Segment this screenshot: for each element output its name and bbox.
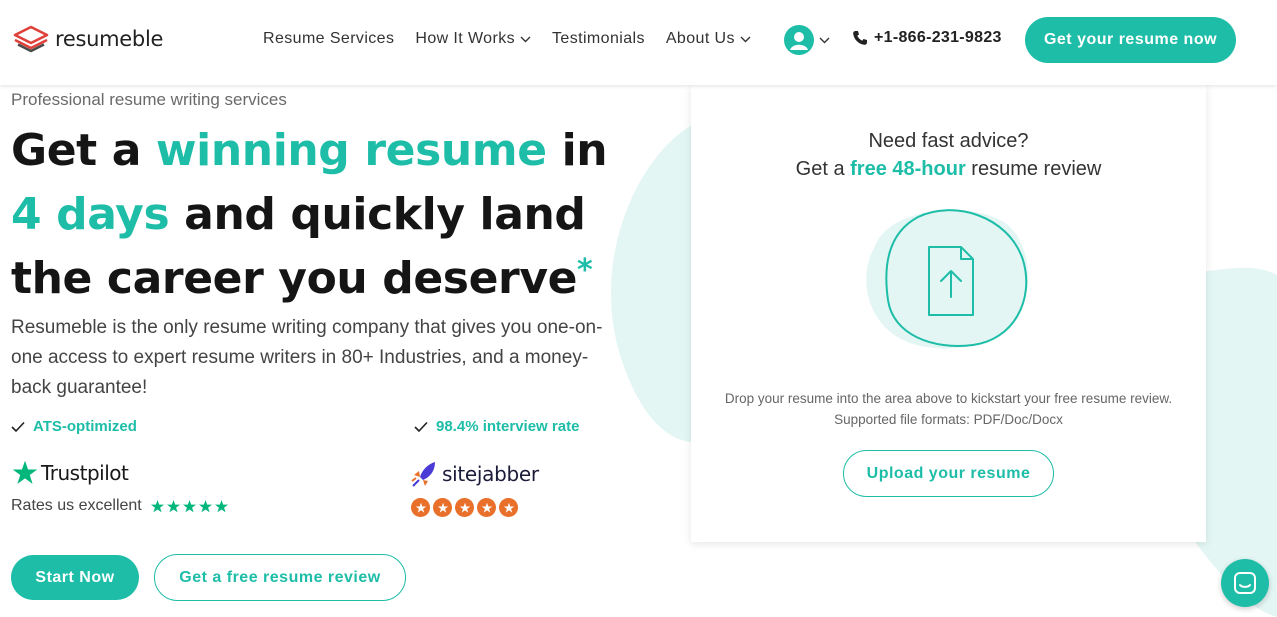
upload-resume-button[interactable]: Upload your resume [843,450,1054,497]
star-icon [499,498,518,517]
file-drop-zone[interactable] [863,205,1033,355]
trustpilot-stars [150,499,229,514]
card-title-line1: Need fast advice? [868,130,1029,152]
trustpilot-logo[interactable]: Trustpilot [11,459,129,487]
star-icon [433,498,452,517]
chevron-down-icon [520,36,531,42]
sitejabber-stars [411,498,518,517]
feature-interview-rate: 98.4% interview rate [414,418,579,435]
nav-item-resume-services[interactable]: Resume Services [263,30,394,48]
resume-review-card: Need fast advice? Get a free 48-hour res… [691,85,1206,542]
logo-text: resumeble [55,27,164,51]
drop-zone-instructions: Drop your resume into the area above to … [724,391,1173,427]
trustpilot-name: Trustpilot [41,461,129,485]
headline-text: in [546,125,608,176]
card-title-line2: Get a free 48-hour resume review [691,155,1206,183]
headline-highlight: winning resume [155,125,547,176]
user-avatar-icon [784,25,814,55]
start-now-button[interactable]: Start Now [11,555,139,600]
headline-highlight: 4 days [11,189,170,240]
star-icon [455,498,474,517]
card-title-highlight: free 48-hour [850,158,966,180]
star-icon [477,498,496,517]
nav-item-how-it-works[interactable]: How It Works [415,30,531,48]
trustpilot-star-icon [12,460,38,484]
nav-label: Resume Services [263,30,395,47]
card-title: Need fast advice? Get a free 48-hour res… [691,127,1206,183]
nav-item-testimonials[interactable]: Testimonials [552,30,645,48]
site-header: resumeble Resume Services How It Works T… [0,0,1277,85]
feature-label: 98.4% interview rate [436,418,580,435]
feature-ats: ATS-optimized [11,418,137,435]
headline-text: Get a [11,125,156,176]
logo[interactable]: resumeble [12,24,163,54]
free-review-button[interactable]: Get a free resume review [154,554,406,601]
hero-description: Resumeble is the only resume writing com… [11,317,603,398]
phone-icon [853,31,867,45]
check-icon [11,421,25,432]
sitejabber-logo[interactable]: sitejabber [411,460,539,488]
star-icon [166,499,180,512]
headline-asterisk: * [577,253,593,288]
chat-widget-button[interactable] [1221,559,1269,607]
nav-label: Testimonials [552,30,645,47]
check-icon [414,421,428,432]
nav-label: About Us [665,30,735,47]
chat-icon [1234,572,1256,594]
star-icon [150,499,164,512]
hero-kicker: Professional resume writing services [11,90,287,109]
logo-stack-icon [13,25,49,53]
phone-number: +1-866-231-9823 [874,29,1002,46]
nav-label: How It Works [415,30,516,47]
phone-link[interactable]: +1-866-231-9823 [852,29,1002,47]
hero-headline: Get a winning resume in 4 days and quick… [11,119,651,311]
get-resume-button[interactable]: Get your resume now [1025,17,1236,63]
star-icon [411,498,430,517]
chevron-down-icon [819,37,830,43]
card-title-text: resume review [965,158,1102,180]
main-nav: Resume Services How It Works Testimonial… [263,30,772,48]
star-icon [198,499,212,512]
star-icon [214,499,228,512]
nav-item-about-us[interactable]: About Us [666,30,751,48]
chevron-down-icon [740,36,751,42]
account-menu[interactable] [784,25,830,55]
sitejabber-name: sitejabber [442,462,539,486]
trustpilot-rating: Rates us excellent [11,497,229,515]
trustpilot-rating-text: Rates us excellent [11,497,142,514]
star-icon [182,499,196,512]
feature-label: ATS-optimized [33,418,137,435]
card-title-text: Get a [795,158,851,180]
sitejabber-logo-icon [411,462,435,487]
